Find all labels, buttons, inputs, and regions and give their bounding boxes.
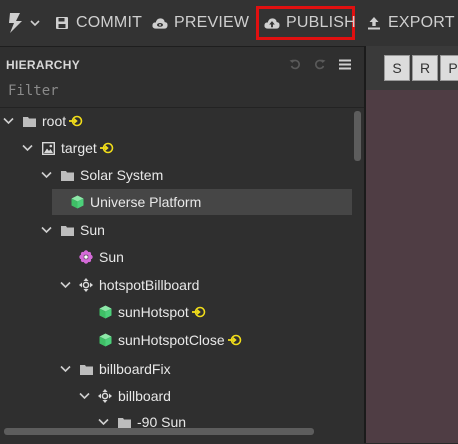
expand-arrow-icon[interactable]: [59, 363, 71, 375]
tree-row-label: target: [61, 140, 97, 156]
tree-row[interactable]: Sun: [0, 217, 352, 243]
link-icon: [227, 334, 242, 346]
folder-icon: [117, 415, 131, 429]
tab-p[interactable]: P: [440, 55, 458, 81]
tree-row-label: Solar System: [80, 167, 164, 183]
flower-icon: [79, 250, 93, 264]
redo-icon[interactable]: [313, 57, 327, 71]
folder-icon: [79, 362, 93, 376]
transform-icon: [79, 278, 93, 292]
tree-row-label: Sun: [80, 222, 105, 238]
tree-row[interactable]: Universe Platform: [52, 189, 352, 215]
publish-label: PUBLISH: [286, 14, 356, 31]
tree-row[interactable]: billboard: [0, 383, 352, 409]
cube-icon: [70, 195, 84, 209]
tree-row-label: Universe Platform: [90, 194, 202, 210]
tree-row-label: root: [42, 113, 67, 129]
cube-icon: [98, 333, 112, 347]
undo-icon[interactable]: [288, 57, 302, 71]
export-label: EXPORT: [388, 14, 455, 31]
cloud-eye-icon: [152, 15, 168, 31]
commit-button[interactable]: COMMIT: [54, 9, 142, 37]
top-toolbar: COMMIT PREVIEW PUBLISH EXPORT: [0, 0, 458, 46]
tree-row[interactable]: sunHotspotClose: [0, 327, 352, 353]
tree-row-label: sunHotspotClose: [118, 332, 225, 348]
tree-row[interactable]: billboardFix: [0, 356, 352, 382]
expand-arrow-icon[interactable]: [40, 224, 52, 236]
folder-icon: [22, 114, 36, 128]
expand-arrow-icon[interactable]: [2, 115, 14, 127]
tree-row-label: billboard: [118, 388, 171, 404]
tree-row[interactable]: sunHotspot: [0, 299, 352, 325]
preview-label: PREVIEW: [174, 14, 250, 31]
save-icon: [54, 15, 70, 31]
link-icon: [69, 115, 83, 127]
scene-viewport[interactable]: [366, 90, 458, 443]
hierarchy-title: HIERARCHY: [6, 58, 81, 72]
tree-row[interactable]: Sun: [0, 244, 352, 270]
horizontal-scrollbar[interactable]: [4, 428, 314, 435]
expand-arrow-icon[interactable]: [59, 279, 71, 291]
tree-row-label: sunHotspot: [118, 304, 189, 320]
view-mode-tabs: S R P: [384, 55, 458, 81]
expand-arrow-icon[interactable]: [40, 169, 52, 181]
image-icon: [41, 141, 55, 155]
commit-label: COMMIT: [76, 14, 143, 31]
logo-icon: [9, 13, 22, 33]
link-icon: [191, 306, 206, 318]
expand-arrow-icon[interactable]: [97, 416, 109, 428]
tree-row[interactable]: Solar System: [0, 162, 352, 188]
tree-row-label: Sun: [99, 249, 124, 265]
vertical-scrollbar[interactable]: [354, 111, 361, 161]
cloud-upload-icon: [264, 15, 280, 31]
filter-input[interactable]: [4, 79, 360, 103]
hierarchy-panel: HIERARCHY root target Solar System Universe…: [0, 46, 364, 444]
tree-row[interactable]: hotspotBillboard: [0, 272, 352, 298]
app-logo-menu[interactable]: [6, 11, 42, 35]
viewport-area: S R P: [366, 46, 458, 443]
export-button[interactable]: EXPORT: [366, 9, 455, 37]
expand-arrow-icon[interactable]: [21, 142, 33, 154]
link-icon: [99, 142, 114, 154]
cube-icon: [98, 305, 112, 319]
tab-r[interactable]: R: [412, 55, 438, 81]
preview-button[interactable]: PREVIEW: [152, 9, 249, 37]
transform-icon: [98, 389, 112, 403]
tree-row[interactable]: root: [0, 108, 352, 134]
hierarchy-tree: root target Solar System Universe Platform S…: [0, 108, 352, 434]
folder-icon: [60, 223, 74, 237]
publish-button[interactable]: PUBLISH: [256, 6, 356, 40]
panel-menu-icon[interactable]: [338, 57, 352, 71]
upload-icon: [366, 15, 382, 31]
expand-arrow-icon[interactable]: [78, 390, 90, 402]
chevron-down-icon: [30, 20, 40, 27]
folder-icon: [60, 168, 74, 182]
tree-row[interactable]: target: [0, 135, 352, 161]
hierarchy-header: HIERARCHY: [0, 47, 364, 79]
tree-row-label: billboardFix: [99, 361, 171, 377]
tree-row-label: hotspotBillboard: [99, 277, 200, 293]
tab-s[interactable]: S: [384, 55, 410, 81]
